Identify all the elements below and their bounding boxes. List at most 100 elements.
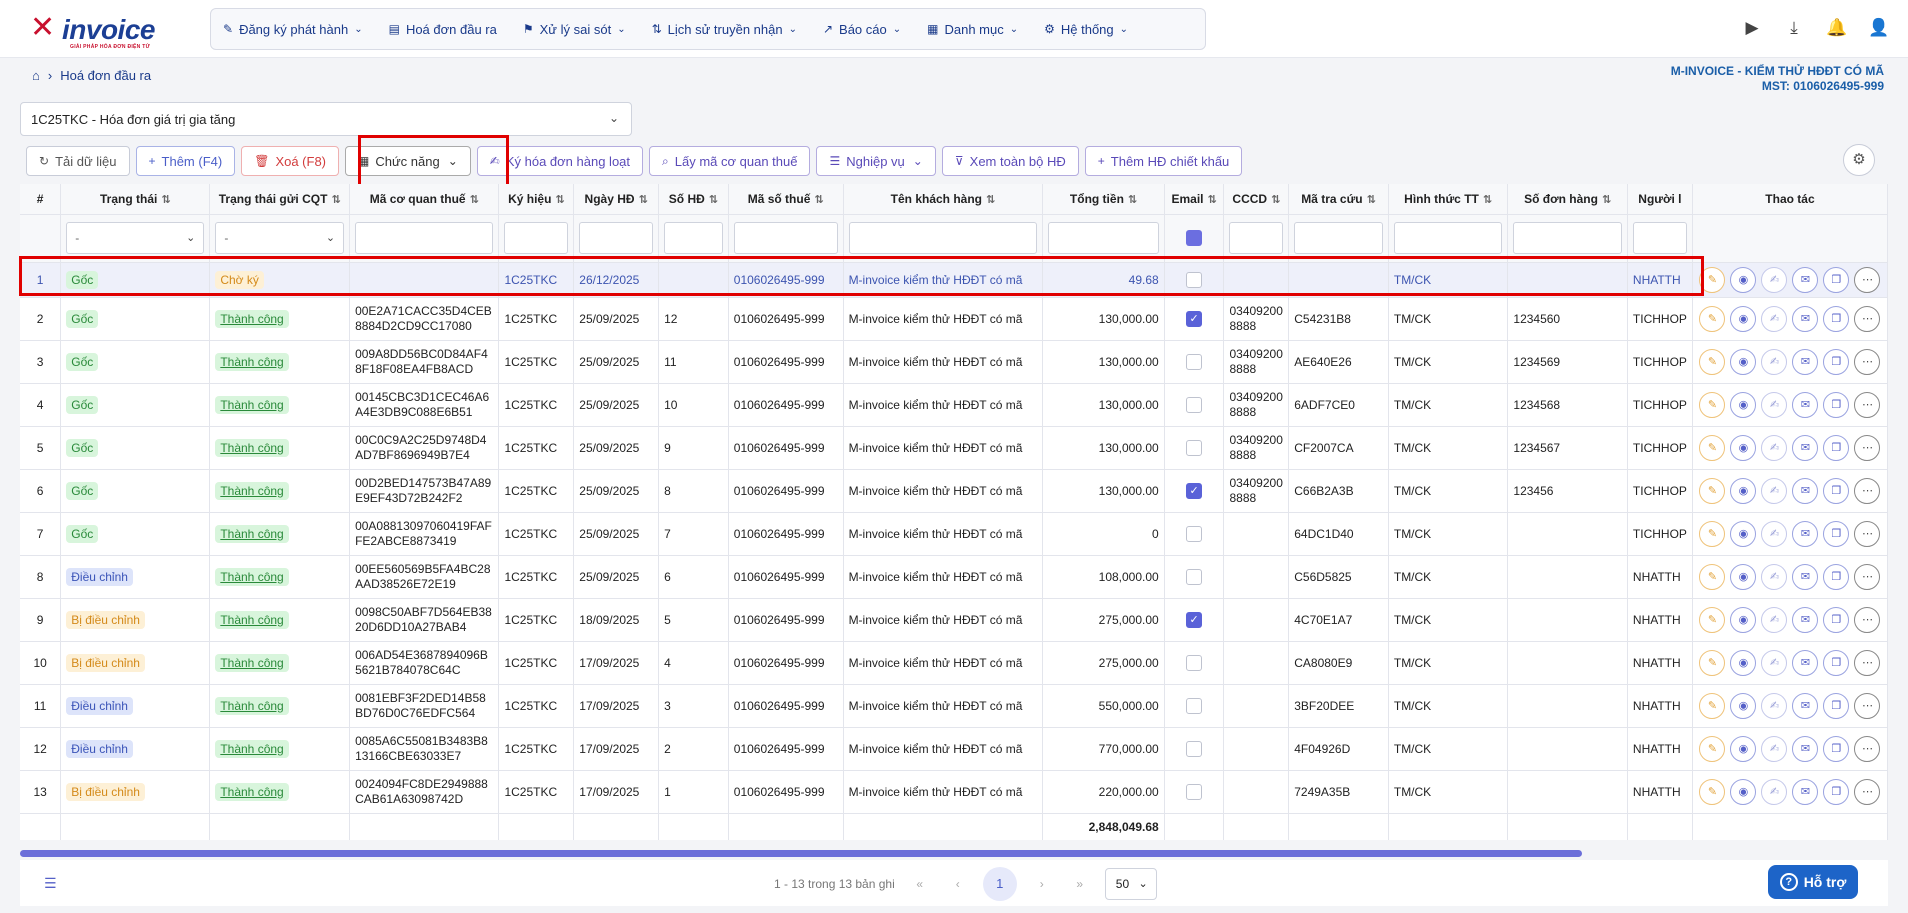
email-checkbox[interactable] bbox=[1186, 654, 1203, 671]
column-header[interactable]: Thao tác bbox=[1692, 184, 1888, 215]
table-row[interactable]: 2 Gốc Thành công 00E2A71CACC35D4CEB8884D2CD… bbox=[20, 297, 1888, 341]
table-row[interactable]: 7 Gốc Thành công 00A08813097060419FAFFE2ABC… bbox=[20, 512, 1888, 556]
more-icon[interactable]: ⋯ bbox=[1854, 563, 1881, 590]
cqt-status-badge[interactable]: Thành công bbox=[215, 524, 289, 543]
sign-icon[interactable]: ✍ bbox=[1761, 692, 1788, 719]
eye-icon[interactable]: ◉ bbox=[1730, 606, 1757, 633]
sort-icon[interactable]: ⇅ bbox=[1367, 194, 1376, 206]
cqt-status-badge[interactable]: Thành công bbox=[215, 352, 289, 371]
sign-icon[interactable]: ✍ bbox=[1761, 434, 1788, 461]
menu-item-1[interactable]: ▤ Hoá đơn đầu ra bbox=[389, 22, 497, 37]
invoice-type-select[interactable]: 1C25TKC - Hóa đơn giá trị gia tăng ⌄ bbox=[20, 102, 632, 136]
copy-icon[interactable]: ❐ bbox=[1823, 692, 1850, 719]
eye-icon[interactable]: ◉ bbox=[1730, 305, 1757, 332]
pencil-icon[interactable]: ✎ bbox=[1699, 606, 1726, 633]
sort-icon[interactable]: ⇅ bbox=[1483, 194, 1492, 206]
mail-icon[interactable]: ✉ bbox=[1792, 477, 1819, 504]
symbol-filter[interactable] bbox=[504, 222, 569, 254]
column-header[interactable]: Mã tra cứu ⇅ bbox=[1288, 184, 1389, 215]
eye-icon[interactable]: ◉ bbox=[1730, 434, 1757, 461]
more-icon[interactable]: ⋯ bbox=[1854, 520, 1881, 547]
pencil-icon[interactable]: ✎ bbox=[1699, 305, 1726, 332]
eye-icon[interactable]: ◉ bbox=[1730, 778, 1757, 805]
table-row[interactable]: 5 Gốc Thành công 00C0C9A2C25D9748D4AD7BF869… bbox=[20, 426, 1888, 470]
user-avatar-icon[interactable]: 👤 bbox=[1868, 18, 1889, 38]
copy-icon[interactable]: ❐ bbox=[1823, 563, 1850, 590]
column-header[interactable]: Email ⇅ bbox=[1164, 184, 1225, 215]
add-discount-invoice-button[interactable]: + Thêm HĐ chiết khấu bbox=[1084, 146, 1243, 176]
sign-icon[interactable]: ✍ bbox=[1761, 266, 1788, 293]
email-checkbox[interactable]: ✓ bbox=[1186, 482, 1203, 499]
mail-icon[interactable]: ✉ bbox=[1792, 692, 1819, 719]
eye-icon[interactable]: ◉ bbox=[1730, 520, 1757, 547]
mail-icon[interactable]: ✉ bbox=[1792, 778, 1819, 805]
cqt-status-badge[interactable]: Thành công bbox=[215, 481, 289, 500]
list-menu-icon[interactable]: ☰ bbox=[44, 875, 57, 892]
mail-icon[interactable]: ✉ bbox=[1792, 735, 1819, 762]
email-checkbox[interactable] bbox=[1186, 783, 1203, 800]
delete-button[interactable]: 🗑 Xoá (F8) bbox=[241, 146, 340, 176]
total-filter[interactable] bbox=[1048, 222, 1159, 254]
column-header[interactable]: Trạng thái gửi CQT ⇅ bbox=[209, 184, 351, 215]
eye-icon[interactable]: ◉ bbox=[1730, 266, 1757, 293]
table-row[interactable]: 3 Gốc Thành công 009A8DD56BC0D84AF48F18F08E… bbox=[20, 340, 1888, 384]
pencil-icon[interactable]: ✎ bbox=[1699, 735, 1726, 762]
copy-icon[interactable]: ❐ bbox=[1823, 266, 1850, 293]
cqt-status-badge[interactable]: Thành công bbox=[215, 610, 289, 629]
copy-icon[interactable]: ❐ bbox=[1823, 520, 1850, 547]
sort-icon[interactable]: ⇅ bbox=[709, 194, 718, 206]
table-row[interactable]: 13 Bị điều chỉnh Thành công 0024094FC8DE294… bbox=[20, 770, 1888, 814]
menu-item-3[interactable]: ⇅ Lịch sử truyền nhận ⌄ bbox=[652, 22, 797, 37]
date-filter[interactable] bbox=[579, 222, 654, 254]
download-icon[interactable]: ⤓ bbox=[1784, 18, 1804, 38]
email-checkbox[interactable] bbox=[1186, 396, 1203, 413]
eye-icon[interactable]: ◉ bbox=[1730, 391, 1757, 418]
breadcrumb-current[interactable]: Hoá đơn đầu ra bbox=[60, 68, 151, 83]
pencil-icon[interactable]: ✎ bbox=[1699, 348, 1726, 375]
eye-icon[interactable]: ◉ bbox=[1730, 649, 1757, 676]
sign-icon[interactable]: ✍ bbox=[1761, 477, 1788, 504]
lookup-code-filter[interactable] bbox=[1294, 222, 1383, 254]
mail-icon[interactable]: ✉ bbox=[1792, 520, 1819, 547]
tax-id-filter[interactable] bbox=[733, 222, 838, 254]
pencil-icon[interactable]: ✎ bbox=[1699, 391, 1726, 418]
menu-item-4[interactable]: ↗ Báo cáo ⌄ bbox=[823, 22, 901, 37]
copy-icon[interactable]: ❐ bbox=[1823, 305, 1850, 332]
sort-icon[interactable]: ⇅ bbox=[331, 194, 340, 206]
table-row[interactable]: 8 Điều chỉnh Thành công 00EE560569B5FA4BC28… bbox=[20, 555, 1888, 599]
last-page-icon[interactable]: » bbox=[1067, 877, 1093, 891]
email-filter-checkbox[interactable] bbox=[1186, 230, 1203, 246]
grid-settings-button[interactable]: ⚙ bbox=[1843, 144, 1875, 176]
prev-page-icon[interactable]: ‹ bbox=[945, 877, 971, 891]
sort-icon[interactable]: ⇅ bbox=[555, 194, 564, 206]
more-icon[interactable]: ⋯ bbox=[1854, 477, 1881, 504]
eye-icon[interactable]: ◉ bbox=[1730, 735, 1757, 762]
pencil-icon[interactable]: ✎ bbox=[1699, 563, 1726, 590]
pencil-icon[interactable]: ✎ bbox=[1699, 778, 1726, 805]
table-row[interactable]: 10 Bị điều chỉnh Thành công 006AD54E3687894… bbox=[20, 641, 1888, 685]
table-row[interactable]: 11 Điều chỉnh Thành công 0081EBF3F2DED14B58… bbox=[20, 684, 1888, 728]
more-icon[interactable]: ⋯ bbox=[1854, 692, 1881, 719]
cqt-status-badge[interactable]: Thành công bbox=[215, 739, 289, 758]
cqt-status-badge[interactable]: Thành công bbox=[215, 782, 289, 801]
eye-icon[interactable]: ◉ bbox=[1730, 692, 1757, 719]
column-header[interactable]: Ký hiệu ⇅ bbox=[498, 184, 575, 215]
mail-icon[interactable]: ✉ bbox=[1792, 606, 1819, 633]
more-icon[interactable]: ⋯ bbox=[1854, 735, 1881, 762]
eye-icon[interactable]: ◉ bbox=[1730, 563, 1757, 590]
sort-icon[interactable]: ⇅ bbox=[986, 194, 995, 206]
next-page-icon[interactable]: › bbox=[1029, 877, 1055, 891]
email-checkbox[interactable] bbox=[1186, 353, 1203, 370]
table-row[interactable]: 4 Gốc Thành công 00145CBC3D1CEC46A6A4E3DB9C… bbox=[20, 383, 1888, 427]
copy-icon[interactable]: ❐ bbox=[1823, 606, 1850, 633]
sign-icon[interactable]: ✍ bbox=[1761, 606, 1788, 633]
copy-icon[interactable]: ❐ bbox=[1823, 434, 1850, 461]
column-header[interactable]: Người l bbox=[1627, 184, 1693, 215]
column-header[interactable]: Tổng tiền ⇅ bbox=[1042, 184, 1165, 215]
column-header[interactable]: Mã số thuế ⇅ bbox=[728, 184, 844, 215]
sign-icon[interactable]: ✍ bbox=[1761, 305, 1788, 332]
mail-icon[interactable]: ✉ bbox=[1792, 391, 1819, 418]
sign-icon[interactable]: ✍ bbox=[1761, 649, 1788, 676]
copy-icon[interactable]: ❐ bbox=[1823, 735, 1850, 762]
order-number-filter[interactable] bbox=[1513, 222, 1622, 254]
